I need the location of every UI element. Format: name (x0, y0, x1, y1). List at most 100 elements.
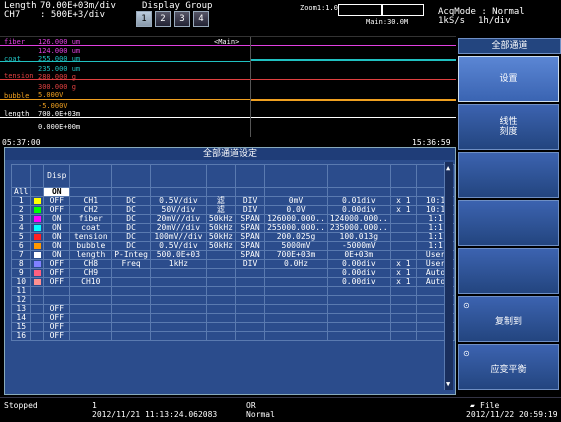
channel-name[interactable] (69, 295, 113, 305)
channel-zero[interactable] (264, 313, 328, 323)
channel-name[interactable] (69, 286, 113, 296)
setup-button[interactable]: 设置 (458, 56, 559, 102)
channel-mult[interactable] (389, 322, 418, 332)
channel-mult[interactable]: x 1 (389, 205, 418, 215)
softkey-blank-3[interactable] (458, 152, 559, 198)
channel-zero[interactable]: 0.0Hz (264, 259, 328, 269)
channel-type[interactable] (111, 295, 151, 305)
channel-range[interactable] (149, 295, 207, 305)
channel-mult[interactable] (389, 331, 418, 341)
channel-pos[interactable] (326, 331, 391, 341)
channel-mult[interactable] (389, 232, 418, 242)
channel-name[interactable] (69, 304, 113, 314)
channel-mult[interactable] (389, 223, 418, 233)
channel-type[interactable]: Freq (111, 259, 151, 269)
channel-name[interactable] (69, 322, 113, 332)
table-row[interactable]: 15 OFF (10, 322, 455, 332)
table-row[interactable]: 2 OFF CH2 DC 50V/div 滤 DIV 0.0V 0.00div x 1 10:1 (10, 205, 455, 215)
channel-mult[interactable] (389, 304, 418, 314)
strain-balance-button[interactable]: ⊙ 应变平衡 (458, 344, 559, 390)
channel-range[interactable] (149, 331, 207, 341)
channel-zero[interactable] (264, 286, 328, 296)
channel-filter[interactable] (205, 250, 236, 260)
channel-filter[interactable] (205, 331, 236, 341)
channel-filter[interactable] (205, 259, 236, 269)
channel-mode[interactable] (234, 268, 266, 278)
channel-type[interactable] (111, 331, 151, 341)
table-row[interactable]: 8 OFF CH8 Freq 1kHz DIV 0.0Hz 0.00div x 1 User (10, 259, 455, 269)
channel-pos[interactable] (326, 295, 391, 305)
display-group-2-button[interactable]: 2 (155, 11, 171, 27)
channel-zero[interactable] (264, 331, 328, 341)
table-row[interactable]: 14 OFF (10, 313, 455, 323)
channel-name[interactable]: CH10 (69, 277, 113, 287)
softkey-blank-4[interactable] (458, 200, 559, 246)
channel-disp-toggle[interactable]: OFF (43, 277, 71, 287)
channel-filter[interactable] (205, 295, 236, 305)
channel-disp-toggle[interactable]: OFF (43, 331, 71, 341)
channel-filter[interactable]: 50kHz (205, 241, 236, 251)
channel-mode[interactable] (234, 277, 266, 287)
scroll-up-icon[interactable]: ▲ (446, 164, 450, 172)
display-group-1-button[interactable]: 1 (136, 11, 152, 27)
channel-pos[interactable] (326, 313, 391, 323)
channel-type[interactable] (111, 313, 151, 323)
channel-range[interactable] (149, 268, 207, 278)
channel-mult[interactable] (389, 295, 418, 305)
channel-filter[interactable] (205, 277, 236, 287)
table-row[interactable]: 9 OFF CH9 0.00div x 1 Auto (10, 268, 455, 278)
channel-zero[interactable] (264, 277, 328, 287)
channel-type[interactable] (111, 277, 151, 287)
linear-scale-button[interactable]: 线性 刻度 (458, 104, 559, 150)
channel-range[interactable] (149, 277, 207, 287)
channel-range[interactable] (149, 313, 207, 323)
channel-mode[interactable] (234, 295, 266, 305)
channel-pos[interactable] (326, 286, 391, 296)
table-row[interactable]: 12 (10, 295, 455, 305)
channel-name[interactable] (69, 313, 113, 323)
channel-type[interactable] (111, 304, 151, 314)
channel-mult[interactable] (389, 214, 418, 224)
channel-mult[interactable] (389, 241, 418, 251)
table-row[interactable]: 10 OFF CH10 0.00div x 1 Auto (10, 277, 455, 287)
table-row[interactable]: 3 ON fiber DC 20mV//div 50kHz SPAN 126000.000..… (10, 214, 455, 224)
channel-mode[interactable] (234, 322, 266, 332)
channel-type[interactable] (111, 268, 151, 278)
scroll-down-icon[interactable]: ▼ (446, 380, 450, 388)
display-group-4-button[interactable]: 4 (193, 11, 209, 27)
channel-mode[interactable] (234, 286, 266, 296)
channel-mode[interactable] (234, 331, 266, 341)
channel-range[interactable]: 1kHz (149, 259, 207, 269)
channel-filter[interactable] (205, 286, 236, 296)
table-row[interactable]: 11 (10, 286, 455, 296)
channel-type[interactable] (111, 322, 151, 332)
channel-zero[interactable] (264, 304, 328, 314)
display-group-3-button[interactable]: 3 (174, 11, 190, 27)
channel-filter[interactable] (205, 322, 236, 332)
channel-mult[interactable]: x 1 (389, 277, 418, 287)
channel-range[interactable] (149, 304, 207, 314)
channel-zero[interactable] (264, 268, 328, 278)
table-row[interactable]: 13 OFF (10, 304, 455, 314)
channel-name[interactable] (69, 331, 113, 341)
copy-to-button[interactable]: ⊙ 复制到 (458, 296, 559, 342)
channel-mult[interactable] (389, 313, 418, 323)
channel-pos[interactable]: 0.00div (326, 277, 391, 287)
channel-filter[interactable] (205, 304, 236, 314)
channel-filter[interactable] (205, 268, 236, 278)
channel-filter[interactable] (205, 313, 236, 323)
channel-pos[interactable] (326, 322, 391, 332)
channel-disp-toggle[interactable] (43, 286, 71, 296)
dialog-scrollbar[interactable]: ▲ ▼ (444, 162, 453, 390)
channel-zero[interactable] (264, 322, 328, 332)
channel-type[interactable] (111, 286, 151, 296)
channel-mult[interactable] (389, 286, 418, 296)
channel-range[interactable] (149, 322, 207, 332)
channel-pos[interactable] (326, 304, 391, 314)
table-row[interactable]: 1 OFF CH1 DC 0.5V/div 滤 DIV 0mV 0.01div x 1 10:1 (10, 196, 455, 206)
table-row[interactable]: 16 OFF (10, 331, 455, 341)
channel-mode[interactable] (234, 313, 266, 323)
channel-mode[interactable] (234, 304, 266, 314)
channel-range[interactable] (149, 286, 207, 296)
channel-mode[interactable]: DIV (234, 259, 266, 269)
